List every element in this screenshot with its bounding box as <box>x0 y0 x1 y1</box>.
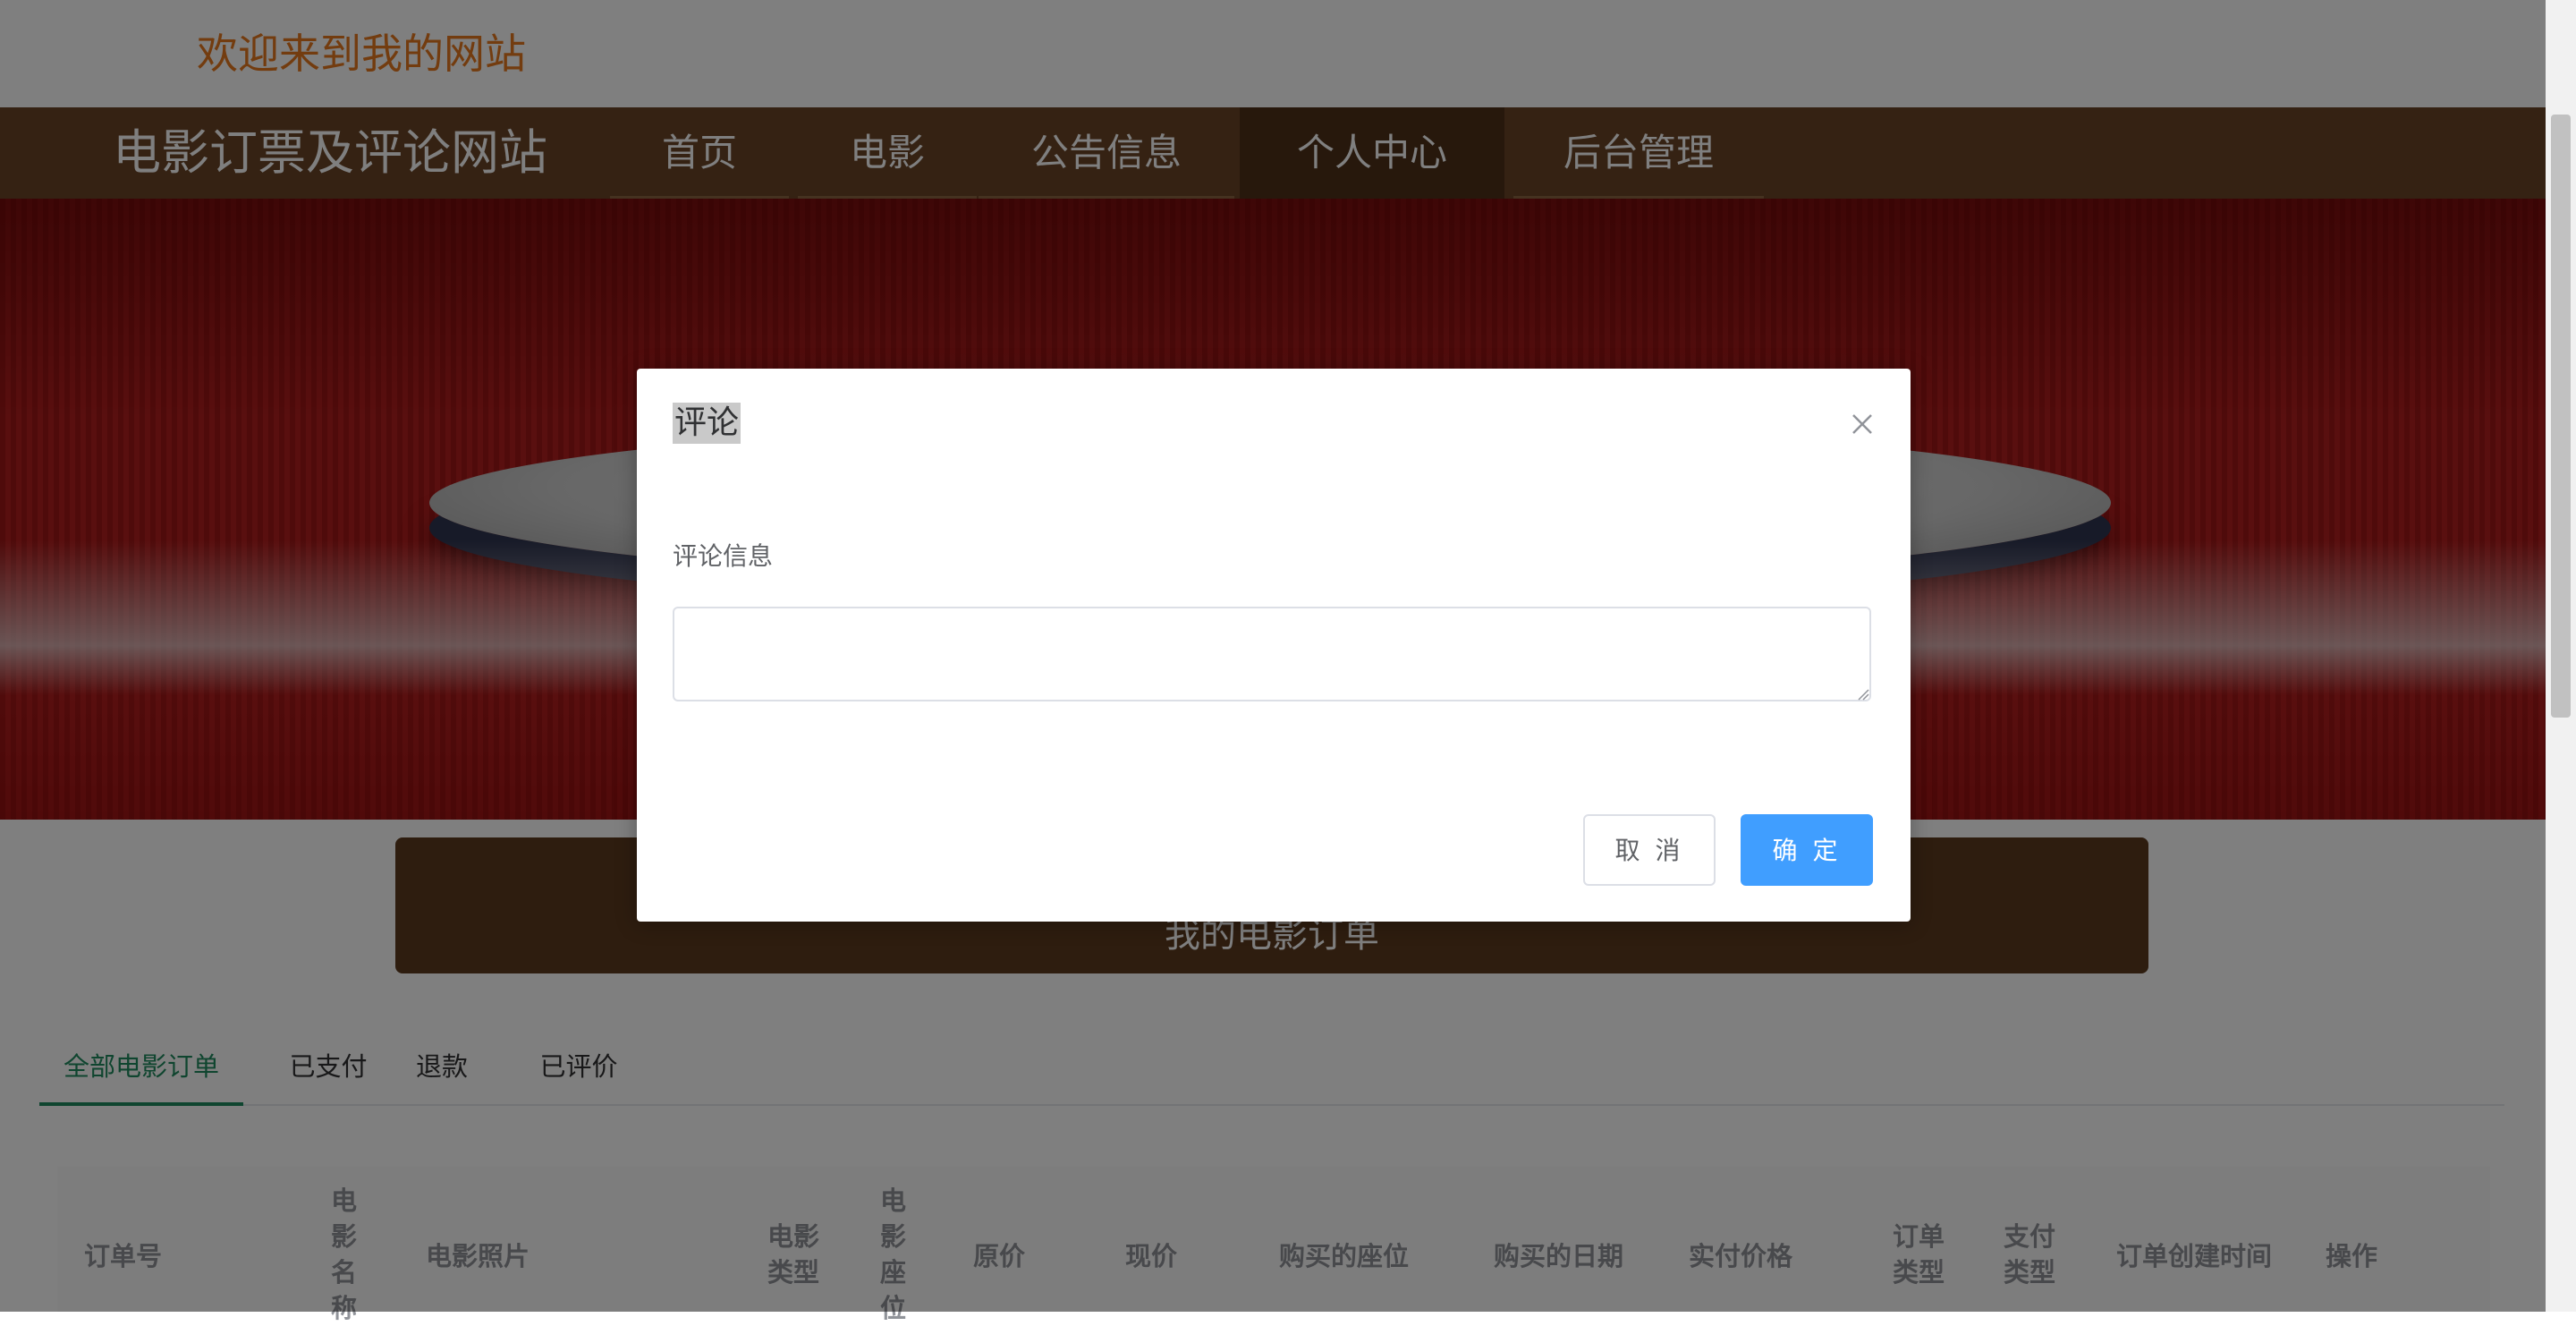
dialog-title: 评论 <box>673 403 741 444</box>
comment-textarea[interactable] <box>673 607 1871 701</box>
scrollbar-thumb[interactable] <box>2551 115 2571 718</box>
page-scrollbar[interactable] <box>2546 0 2576 1312</box>
cancel-button[interactable]: 取 消 <box>1583 814 1716 886</box>
confirm-button[interactable]: 确 定 <box>1741 814 1873 886</box>
comment-field-label: 评论信息 <box>673 541 774 571</box>
close-icon[interactable] <box>1846 408 1878 440</box>
resize-grip-icon[interactable] <box>1857 687 1869 701</box>
comment-dialog: 评论 评论信息 取 消 确 定 <box>637 369 1911 922</box>
